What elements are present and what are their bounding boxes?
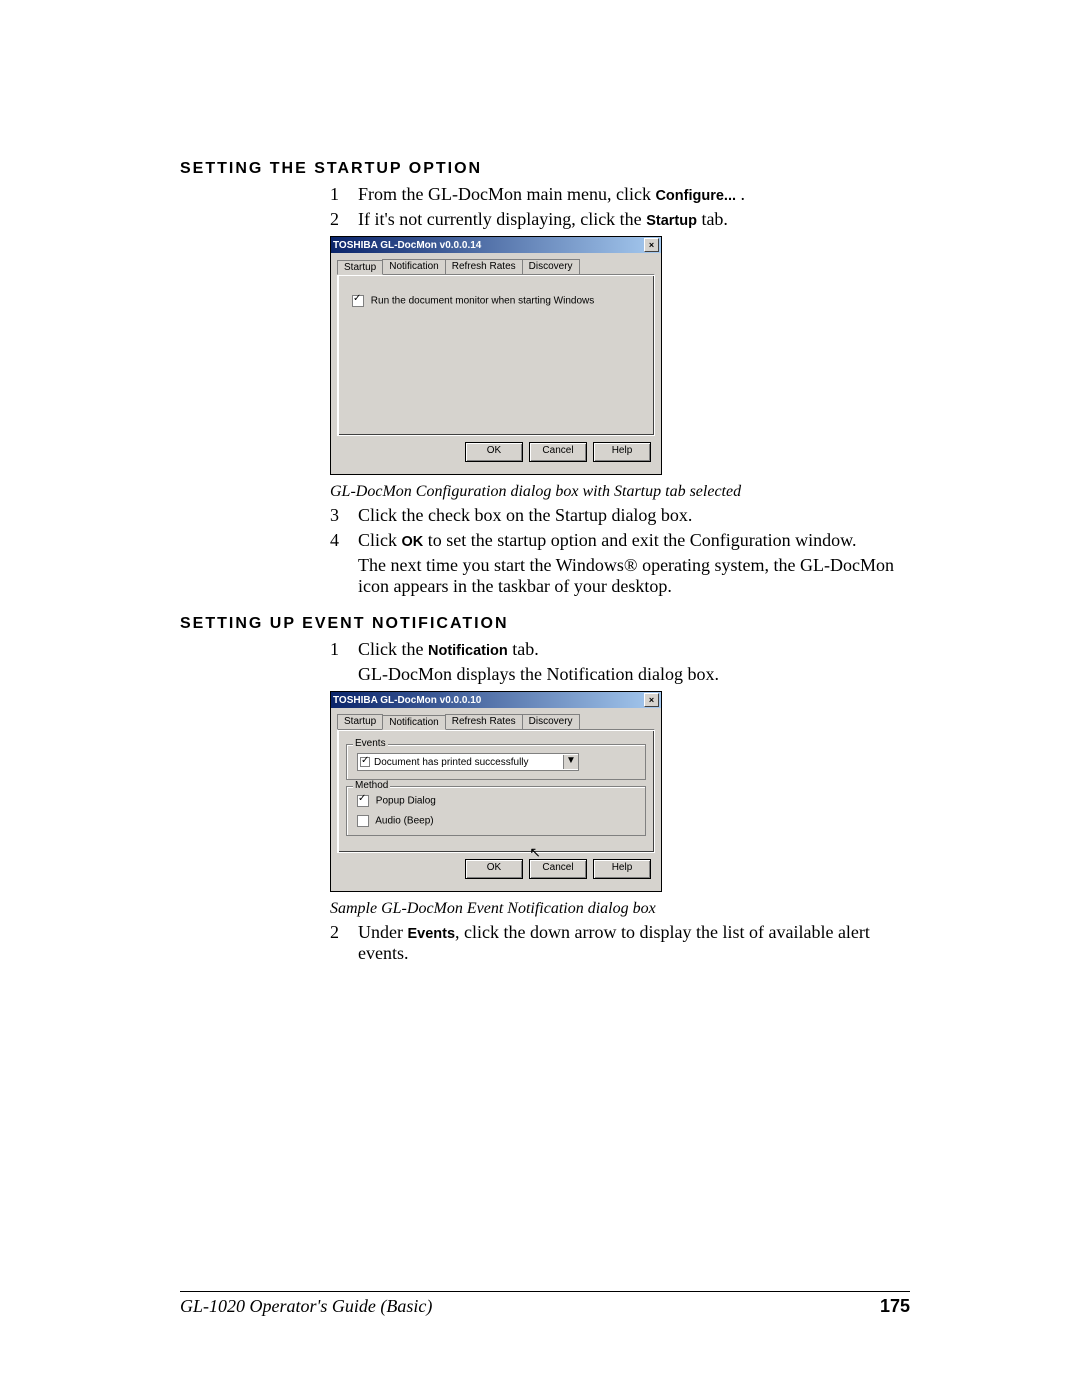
ui-label-notification: Notification xyxy=(428,643,508,659)
step-num: 2 xyxy=(330,209,358,230)
tab-notification[interactable]: Notification xyxy=(382,259,445,274)
fieldset-events: Events Document has printed successfully… xyxy=(346,744,646,780)
section1-body: 1 From the GL-DocMon main menu, click Co… xyxy=(180,184,910,597)
paragraph-text: GL-DocMon displays the Notification dial… xyxy=(358,664,910,685)
checkbox-popup-dialog[interactable] xyxy=(357,795,369,807)
figure-caption-1: GL-DocMon Configuration dialog box with … xyxy=(330,483,910,501)
step-num: 3 xyxy=(330,505,358,526)
tab-discovery[interactable]: Discovery xyxy=(522,259,580,274)
step-text: Click OK to set the startup option and e… xyxy=(358,530,910,551)
heading-startup-option: SETTING THE STARTUP OPTION xyxy=(180,160,910,178)
tab-refresh-rates[interactable]: Refresh Rates xyxy=(445,259,523,274)
page: SETTING THE STARTUP OPTION 1 From the GL… xyxy=(0,0,1080,1397)
step-text: Click the Notification tab. xyxy=(358,639,910,660)
step-num: 1 xyxy=(330,184,358,205)
text: Click the xyxy=(358,639,428,659)
checkbox-label: Popup Dialog xyxy=(376,796,436,807)
tab-discovery[interactable]: Discovery xyxy=(522,714,580,729)
paragraph: The next time you start the Windows® ope… xyxy=(330,555,910,597)
dialog-body: Startup Notification Refresh Rates Disco… xyxy=(331,253,661,474)
ui-label-ok: OK xyxy=(402,534,424,550)
cancel-button[interactable]: Cancel xyxy=(529,442,587,462)
dialog-notification: TOSHIBA GL-DocMon v0.0.0.10 × Startup No… xyxy=(330,691,662,892)
step-num: 2 xyxy=(330,922,358,964)
combo-text: Document has printed successfully xyxy=(358,757,529,768)
step-2b: 2 Under Events, click the down arrow to … xyxy=(330,922,910,964)
step-2: 2 If it's not currently displaying, clic… xyxy=(330,209,910,230)
step-num: 1 xyxy=(330,639,358,660)
figure-caption-2: Sample GL-DocMon Event Notification dial… xyxy=(330,900,910,918)
spacer xyxy=(330,555,358,597)
dialog-body: Startup Notification Refresh Rates Disco… xyxy=(331,708,661,891)
footer-title: GL-1020 Operator's Guide (Basic) xyxy=(180,1296,432,1317)
step-num: 4 xyxy=(330,530,358,551)
dialog-title: TOSHIBA GL-DocMon v0.0.0.14 xyxy=(333,240,481,251)
tab-refresh-rates[interactable]: Refresh Rates xyxy=(445,714,523,729)
ui-label-configure: Configure... xyxy=(655,188,736,204)
checkbox-run-at-startup[interactable] xyxy=(352,295,364,307)
dialog-titlebar: TOSHIBA GL-DocMon v0.0.0.10 × xyxy=(331,692,661,708)
tab-startup[interactable]: Startup xyxy=(337,260,383,275)
ok-button[interactable]: OK xyxy=(465,442,523,462)
close-icon[interactable]: × xyxy=(644,693,659,707)
step-text: Click the check box on the Startup dialo… xyxy=(358,505,910,526)
paragraph-text: The next time you start the Windows® ope… xyxy=(358,555,910,597)
checkbox-label: Audio (Beep) xyxy=(375,816,433,827)
text: . xyxy=(736,184,745,204)
text: tab. xyxy=(697,209,728,229)
text: tab. xyxy=(508,639,539,659)
text: Click xyxy=(358,530,402,550)
cancel-button[interactable]: Cancel xyxy=(529,859,587,879)
event-label: Document has printed successfully xyxy=(374,757,529,768)
spacer xyxy=(330,664,358,685)
dialog-startup: TOSHIBA GL-DocMon v0.0.0.14 × Startup No… xyxy=(330,236,662,475)
button-row: OK Cancel Help xyxy=(337,853,655,885)
tabs-row: Startup Notification Refresh Rates Disco… xyxy=(337,259,655,274)
tabs-row: Startup Notification Refresh Rates Disco… xyxy=(337,714,655,729)
page-footer: GL-1020 Operator's Guide (Basic) 175 xyxy=(180,1291,910,1317)
step-1b: 1 Click the Notification tab. xyxy=(330,639,910,660)
tab-panel-notification: Events Document has printed successfully… xyxy=(337,729,655,853)
events-combo[interactable]: Document has printed successfully ▼ xyxy=(357,753,579,771)
ui-label-startup: Startup xyxy=(646,213,697,229)
checkbox-row: Run the document monitor when starting W… xyxy=(352,295,644,307)
close-icon[interactable]: × xyxy=(644,238,659,252)
ok-button[interactable]: OK xyxy=(465,859,523,879)
step-3: 3 Click the check box on the Startup dia… xyxy=(330,505,910,526)
tab-notification[interactable]: Notification xyxy=(382,715,445,730)
checkbox-label: Run the document monitor when starting W… xyxy=(371,296,594,307)
chevron-down-icon[interactable]: ▼ xyxy=(563,755,578,769)
checkbox-audio-beep[interactable] xyxy=(357,815,369,827)
event-check-icon xyxy=(360,757,370,767)
step-1: 1 From the GL-DocMon main menu, click Co… xyxy=(330,184,910,205)
text: From the GL-DocMon main menu, click xyxy=(358,184,655,204)
cursor-icon: ↖ xyxy=(529,844,541,861)
ui-label-events: Events xyxy=(407,926,455,942)
page-number: 175 xyxy=(880,1296,910,1317)
step-4: 4 Click OK to set the startup option and… xyxy=(330,530,910,551)
step-text: If it's not currently displaying, click … xyxy=(358,209,910,230)
text: to set the startup option and exit the C… xyxy=(423,530,856,550)
button-row: OK Cancel Help xyxy=(337,436,655,468)
step-text: From the GL-DocMon main menu, click Conf… xyxy=(358,184,910,205)
help-button[interactable]: Help xyxy=(593,442,651,462)
text: If it's not currently displaying, click … xyxy=(358,209,646,229)
tab-panel-startup: Run the document monitor when starting W… xyxy=(337,274,655,436)
checkbox-row: Popup Dialog xyxy=(357,795,635,807)
fieldset-method: Method Popup Dialog Audio (Beep) xyxy=(346,786,646,836)
dialog-title: TOSHIBA GL-DocMon v0.0.0.10 xyxy=(333,695,481,706)
help-button[interactable]: Help xyxy=(593,859,651,879)
text: Under xyxy=(358,922,407,942)
checkbox-row: Audio (Beep) xyxy=(357,815,635,827)
step-text: Under Events, click the down arrow to di… xyxy=(358,922,910,964)
paragraph: GL-DocMon displays the Notification dial… xyxy=(330,664,910,685)
heading-event-notification: SETTING UP EVENT NOTIFICATION xyxy=(180,615,910,633)
legend-method: Method xyxy=(353,780,390,791)
legend-events: Events xyxy=(353,738,388,749)
dialog-titlebar: TOSHIBA GL-DocMon v0.0.0.14 × xyxy=(331,237,661,253)
section2-body: 1 Click the Notification tab. GL-DocMon … xyxy=(180,639,910,964)
tab-startup[interactable]: Startup xyxy=(337,714,383,729)
